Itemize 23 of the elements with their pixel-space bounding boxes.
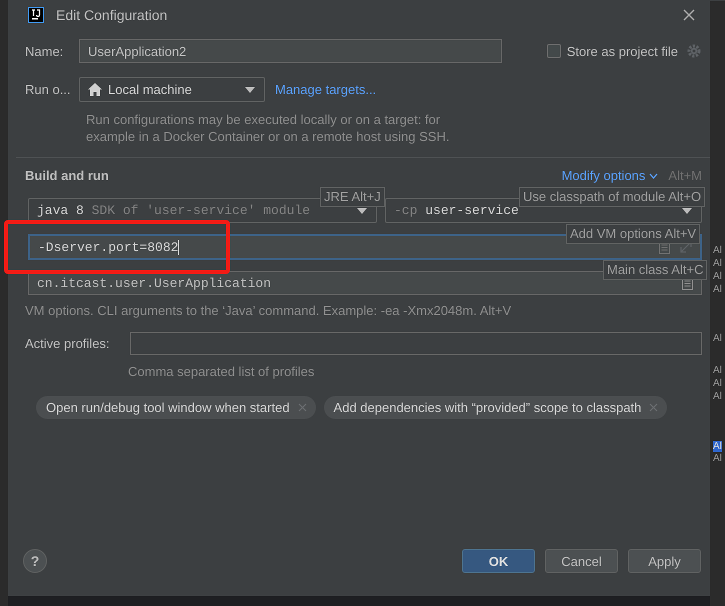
hint-text: Comma separated list of profiles bbox=[128, 364, 316, 379]
code-fragment: Al bbox=[713, 378, 722, 389]
shortcut-tooltip: Use classpath of module Alt+O bbox=[519, 187, 706, 207]
field-label: Name: bbox=[25, 44, 64, 58]
code-fragment: Al bbox=[713, 284, 722, 295]
code-fragment: Al bbox=[713, 453, 722, 464]
shortcut-tooltip: JRE Alt+J bbox=[320, 187, 385, 207]
code-fragment: Al bbox=[713, 391, 722, 402]
code-fragment: Al bbox=[713, 441, 722, 452]
code-fragment: Al bbox=[713, 365, 722, 376]
code-fragment: Al bbox=[713, 245, 722, 256]
hint-text: VM options. CLI arguments to the ‘Java’ command. Example: -ea -Xmx2048m. Alt+V bbox=[25, 303, 512, 318]
code-fragment: Al bbox=[713, 258, 722, 269]
field-label: Run o... bbox=[25, 82, 72, 97]
shortcut-tooltip: Main class Alt+C bbox=[603, 260, 708, 280]
shortcut-tooltip: Add VM options Alt+V bbox=[566, 224, 700, 244]
window-title: Edit Configuration bbox=[56, 6, 168, 22]
description-text: Run configurations may be executed locally or on a target: for bbox=[86, 111, 442, 128]
description-text: example in a Docker Container or on a remote host using SSH. bbox=[86, 128, 450, 145]
section-title: Build and run bbox=[25, 168, 110, 183]
code-fragment: Al bbox=[713, 333, 722, 344]
code-fragment: Al bbox=[713, 271, 722, 282]
field-label: Active profiles: bbox=[25, 336, 111, 351]
